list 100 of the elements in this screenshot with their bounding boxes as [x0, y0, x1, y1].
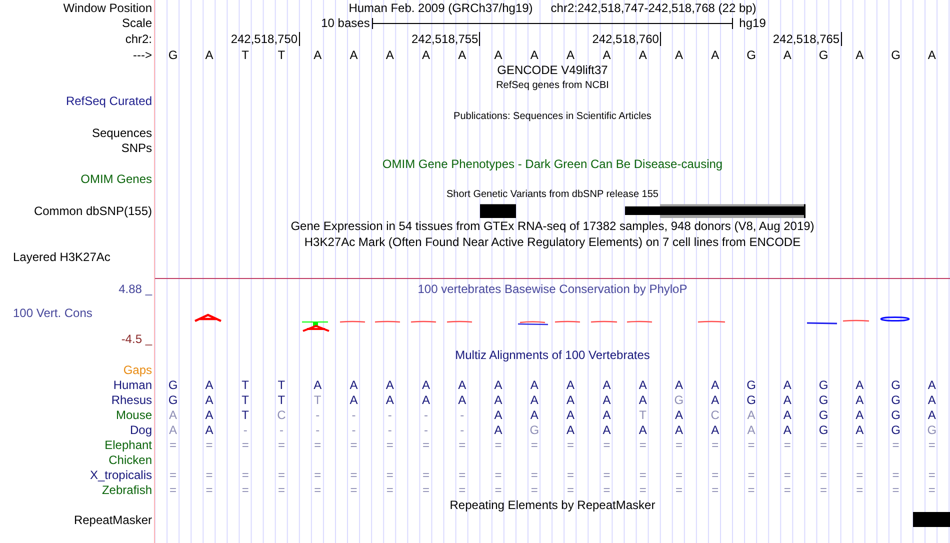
base-letter: =	[494, 438, 502, 452]
base-letter: A	[566, 48, 575, 62]
base-letter: G	[168, 392, 178, 407]
base-letter: -	[352, 422, 356, 437]
track-title: 100 vertebrates Basewise Conservation by PhyloP	[416, 281, 688, 298]
track-title: Publications: Sequences in Scientific Articles	[454, 110, 652, 123]
base-letter: A	[566, 378, 575, 392]
base-letter: A	[928, 48, 936, 62]
base-letter: =	[567, 482, 574, 497]
base-letter: G	[746, 378, 756, 392]
track-label: Mouse	[116, 408, 152, 422]
base-letter: A	[205, 408, 214, 422]
track-label: chr2:	[125, 32, 152, 46]
base-letter: -	[424, 408, 428, 422]
base-letter: A	[494, 408, 502, 422]
base-letter: G	[818, 378, 828, 392]
base-letter: =	[820, 482, 828, 497]
track-title: GENCODE V49lift37	[497, 63, 608, 78]
track-label: RepeatMasker	[74, 512, 152, 527]
base-letter: =	[206, 468, 213, 482]
base-letter: =	[928, 482, 936, 497]
base-letter: =	[639, 438, 646, 452]
base-letter: G	[818, 392, 828, 407]
base-letter: =	[748, 468, 755, 482]
coordinate-tick: 242,518,755	[412, 32, 480, 46]
base-letter: A	[530, 48, 538, 62]
base-letter: A	[674, 378, 683, 392]
base-letter: =	[928, 468, 936, 482]
base-letter: A	[747, 422, 756, 437]
base-letter: =	[314, 468, 322, 482]
axis-min-label: -4.5 _	[121, 332, 152, 346]
base-letter: =	[892, 438, 900, 452]
base-letter: A	[602, 48, 611, 62]
base-letter: A	[928, 392, 936, 407]
assembly-label: hg19	[738, 16, 766, 30]
base-letter: A	[422, 392, 430, 407]
base-letter: =	[170, 468, 177, 482]
track-title: RefSeq genes from NCBI	[496, 80, 609, 92]
base-letter: G	[746, 48, 756, 62]
base-letter: A	[674, 422, 683, 437]
base-letter: A	[530, 408, 538, 422]
base-letter: A	[711, 378, 720, 392]
base-letter: T	[242, 408, 249, 422]
base-letter: A	[494, 392, 502, 407]
base-letter: =	[675, 438, 682, 452]
scale-label: 10 bases	[321, 16, 371, 30]
base-letter: A	[602, 378, 611, 392]
base-letter: A	[350, 392, 358, 407]
base-letter: -	[352, 408, 356, 422]
assembly-name: Human Feb. 2009 (GRCh37/hg19)	[348, 0, 533, 15]
variant-bar	[480, 204, 516, 218]
base-letter: =	[350, 468, 358, 482]
track-label: Chicken	[108, 452, 152, 467]
base-letter: A	[458, 392, 466, 407]
base-letter: =	[712, 482, 719, 497]
coordinate-tick: 242,518,750	[230, 32, 300, 46]
base-letter: A	[856, 422, 864, 437]
track-label: SNPs	[121, 141, 152, 156]
base-letter: =	[242, 468, 249, 482]
base-letter: G	[818, 48, 828, 62]
base-letter: T	[278, 48, 286, 62]
base-letter: C	[710, 408, 720, 422]
base-letter: A	[458, 48, 466, 62]
base-letter: G	[168, 48, 178, 62]
base-letter: =	[712, 468, 719, 482]
base-letter: -	[388, 408, 392, 422]
base-letter: A	[711, 392, 720, 407]
base-letter: =	[603, 438, 610, 452]
base-letter: G	[674, 392, 684, 407]
base-letter: A	[602, 392, 611, 407]
base-letter: A	[314, 48, 322, 62]
base-letter: T	[639, 408, 646, 422]
base-letter: A	[169, 408, 178, 422]
base-letter: A	[205, 378, 214, 392]
base-letter: A	[638, 422, 647, 437]
base-letter: G	[927, 422, 937, 437]
track-title: Multiz Alignments of 100 Vertebrates	[455, 348, 650, 362]
base-letter: =	[530, 438, 538, 452]
base-letter: =	[856, 468, 864, 482]
base-letter: A	[711, 48, 720, 62]
base-letter: =	[567, 468, 574, 482]
base-letter: A	[638, 392, 647, 407]
base-letter: =	[567, 438, 574, 452]
base-letter: =	[242, 482, 249, 497]
base-letter: A	[783, 392, 792, 407]
base-letter: A	[928, 408, 936, 422]
base-letter: =	[278, 438, 285, 452]
base-letter: =	[350, 438, 358, 452]
track-label: Sequences	[92, 126, 152, 140]
track-label: RefSeq Curated	[66, 94, 152, 108]
coordinate-tick: 242,518,765	[772, 32, 842, 46]
base-letter: A	[602, 408, 611, 422]
base-letter: =	[603, 468, 610, 482]
base-letter: -	[243, 422, 248, 437]
base-letter: A	[169, 422, 178, 437]
track-label: Window Position	[63, 0, 152, 15]
track-label: Human	[113, 378, 152, 392]
base-letter: -	[460, 408, 464, 422]
base-letter: =	[206, 482, 213, 497]
track-label: Dog	[130, 422, 152, 437]
